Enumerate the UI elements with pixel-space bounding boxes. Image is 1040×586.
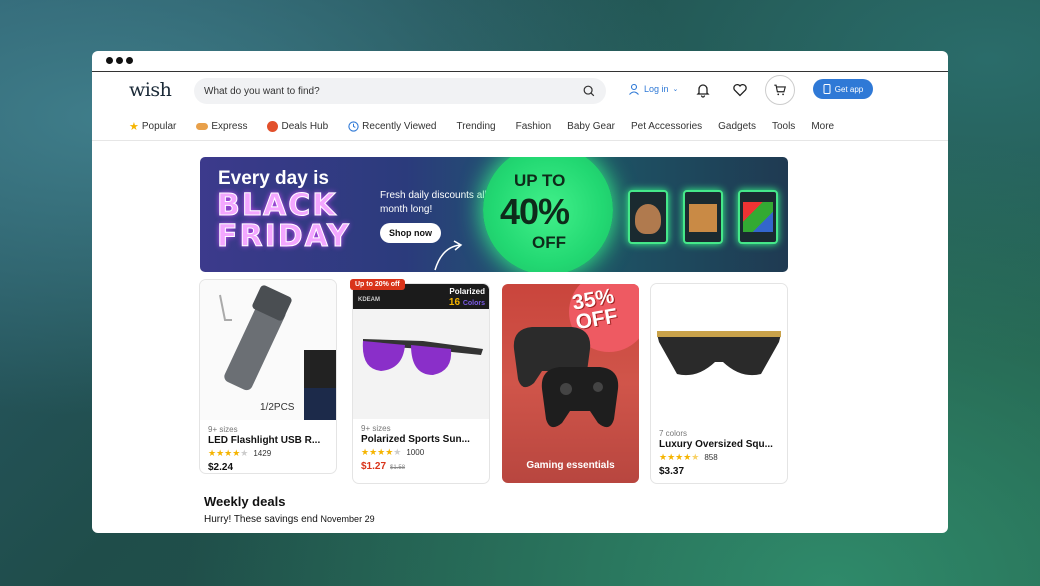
nav-more[interactable]: More	[811, 120, 834, 133]
weekly-deals-subtitle: Hurry! These savings end November 29	[204, 514, 375, 525]
nav-popular[interactable]: ★ Popular	[129, 120, 176, 133]
get-app-button[interactable]: Get app	[813, 79, 873, 99]
banner-percent: 40%	[500, 191, 570, 232]
banner-off: OFF	[532, 233, 566, 252]
product-price: $3.37	[659, 466, 685, 477]
image-text-polarized: Polarized	[449, 287, 485, 296]
login-link[interactable]: Log in ⌄	[628, 83, 678, 95]
nav-gadgets[interactable]: Gadgets	[718, 120, 756, 133]
star-rating-icon: ★★★★★	[361, 447, 402, 457]
brand-text: KDEAM	[358, 297, 380, 303]
search-input[interactable]	[204, 85, 582, 97]
product-rating: ★★★★★ 1000	[361, 447, 425, 457]
weekly-deals-title: Weekly deals	[204, 494, 286, 509]
luxury-sunglasses-image	[657, 331, 781, 376]
product-card-flashlight[interactable]: 1/2PCS 9+ sizes LED Flashlight USB R... …	[200, 280, 336, 473]
product-sizes: 9+ sizes	[208, 425, 238, 434]
wish-logo[interactable]: wish	[129, 79, 172, 101]
star-rating-icon: ★★★★★	[659, 452, 700, 462]
flashlight-image-text: 1/2PCS	[260, 402, 295, 413]
banner-black: BLACK	[216, 188, 338, 223]
nav-divider	[92, 140, 948, 141]
wood-cube-image	[683, 190, 723, 244]
banner-line1: Every day is	[218, 168, 329, 189]
product-colors: 7 colors	[659, 429, 688, 438]
express-icon	[196, 123, 209, 130]
banner-up-to: UP TO	[514, 171, 566, 190]
product-name: Polarized Sports Sun...	[361, 434, 470, 445]
product-image: 1/2PCS	[200, 280, 336, 420]
window-dots	[106, 57, 133, 64]
promo-label: Gaming essentials	[526, 460, 615, 471]
product-sizes: 9+ sizes	[361, 424, 391, 433]
puzzle-cube-image	[738, 190, 778, 244]
product-card-sunglasses[interactable]: KDEAM Polarized 16 Colors 9+ sizes Polar…	[353, 284, 489, 483]
star-icon: ★	[129, 121, 139, 133]
product-image	[651, 284, 787, 424]
clock-icon	[348, 121, 359, 132]
search-icon[interactable]	[582, 84, 596, 98]
title-bar	[92, 51, 948, 72]
teddy-bear-image	[628, 190, 668, 244]
deals-icon	[267, 121, 279, 132]
browser-window: wish Log in ⌄ Get app ★Popular Express D…	[92, 51, 948, 533]
gaming-essentials-promo[interactable]: 35% OFF Gaming essentials	[502, 284, 639, 483]
product-rating: ★★★★★ 1429	[208, 448, 272, 458]
arrow-doodle-icon	[434, 240, 463, 271]
cart-icon	[774, 84, 786, 96]
nav-pet-accessories[interactable]: Pet Accessories	[631, 120, 702, 133]
old-price: $1.58	[390, 465, 406, 471]
product-image: KDEAM Polarized 16 Colors	[353, 284, 489, 419]
user-icon	[629, 83, 639, 95]
star-rating-icon: ★★★★★	[208, 448, 249, 458]
game-controller-image	[513, 327, 619, 428]
weekly-deals-date: November 29	[320, 514, 375, 524]
image-text-count: 16	[448, 297, 461, 308]
nav-recently-viewed[interactable]: Recently Viewed	[348, 120, 436, 133]
cart-button[interactable]	[765, 75, 795, 105]
flashlight-image: 1/2PCS	[219, 285, 336, 420]
image-text-colors: Colors	[462, 300, 485, 307]
product-card-oversized-sunglasses[interactable]: 7 colors Luxury Oversized Squ... ★★★★★ 85…	[651, 284, 787, 483]
category-nav: ★ Popular Express Deals Hub Recently View…	[129, 120, 854, 133]
product-price: $1.27 $1.58	[361, 461, 406, 472]
get-app-label: Get app	[834, 84, 864, 94]
banner-subtitle: Fresh daily discounts all month long!	[380, 190, 487, 215]
nav-tools[interactable]: Tools	[772, 120, 795, 133]
bell-icon[interactable]	[695, 82, 711, 98]
nav-baby-gear[interactable]: Baby Gear	[567, 120, 615, 133]
product-price: $2.24	[208, 462, 234, 473]
black-friday-banner[interactable]: Every day is BLACK FRIDAY Fresh daily di…	[200, 157, 788, 272]
sunglasses-image	[362, 339, 483, 375]
search-bar[interactable]	[194, 78, 606, 104]
banner-friday: FRIDAY	[217, 219, 351, 254]
nav-trending[interactable]: Trending	[456, 120, 495, 133]
login-label: Log in	[644, 84, 669, 94]
heart-icon[interactable]	[732, 82, 748, 98]
discount-badge: Up to 20% off	[350, 279, 405, 290]
product-name: LED Flashlight USB R...	[208, 435, 321, 446]
nav-deals-hub[interactable]: Deals Hub	[267, 120, 328, 133]
nav-express[interactable]: Express	[196, 120, 247, 133]
phone-icon	[823, 84, 831, 94]
nav-fashion[interactable]: Fashion	[516, 120, 552, 133]
chevron-down-icon: ⌄	[672, 86, 679, 93]
product-name: Luxury Oversized Squ...	[659, 439, 773, 450]
product-rating: ★★★★★ 858	[659, 452, 718, 462]
